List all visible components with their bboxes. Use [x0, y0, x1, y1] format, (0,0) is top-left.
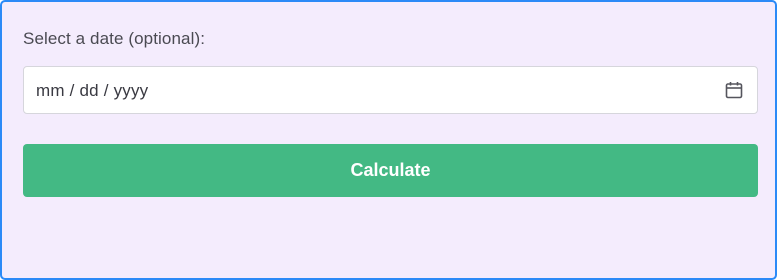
date-placeholder[interactable]: mm / dd / yyyy — [36, 81, 148, 101]
calendar-icon[interactable] — [725, 81, 743, 99]
date-label: Select a date (optional): — [23, 29, 206, 48]
calculator-panel: Select a date (optional): mm / dd / yyyy… — [0, 0, 777, 280]
date-input[interactable]: mm / dd / yyyy — [23, 66, 758, 114]
calculate-button[interactable]: Calculate — [23, 144, 758, 197]
